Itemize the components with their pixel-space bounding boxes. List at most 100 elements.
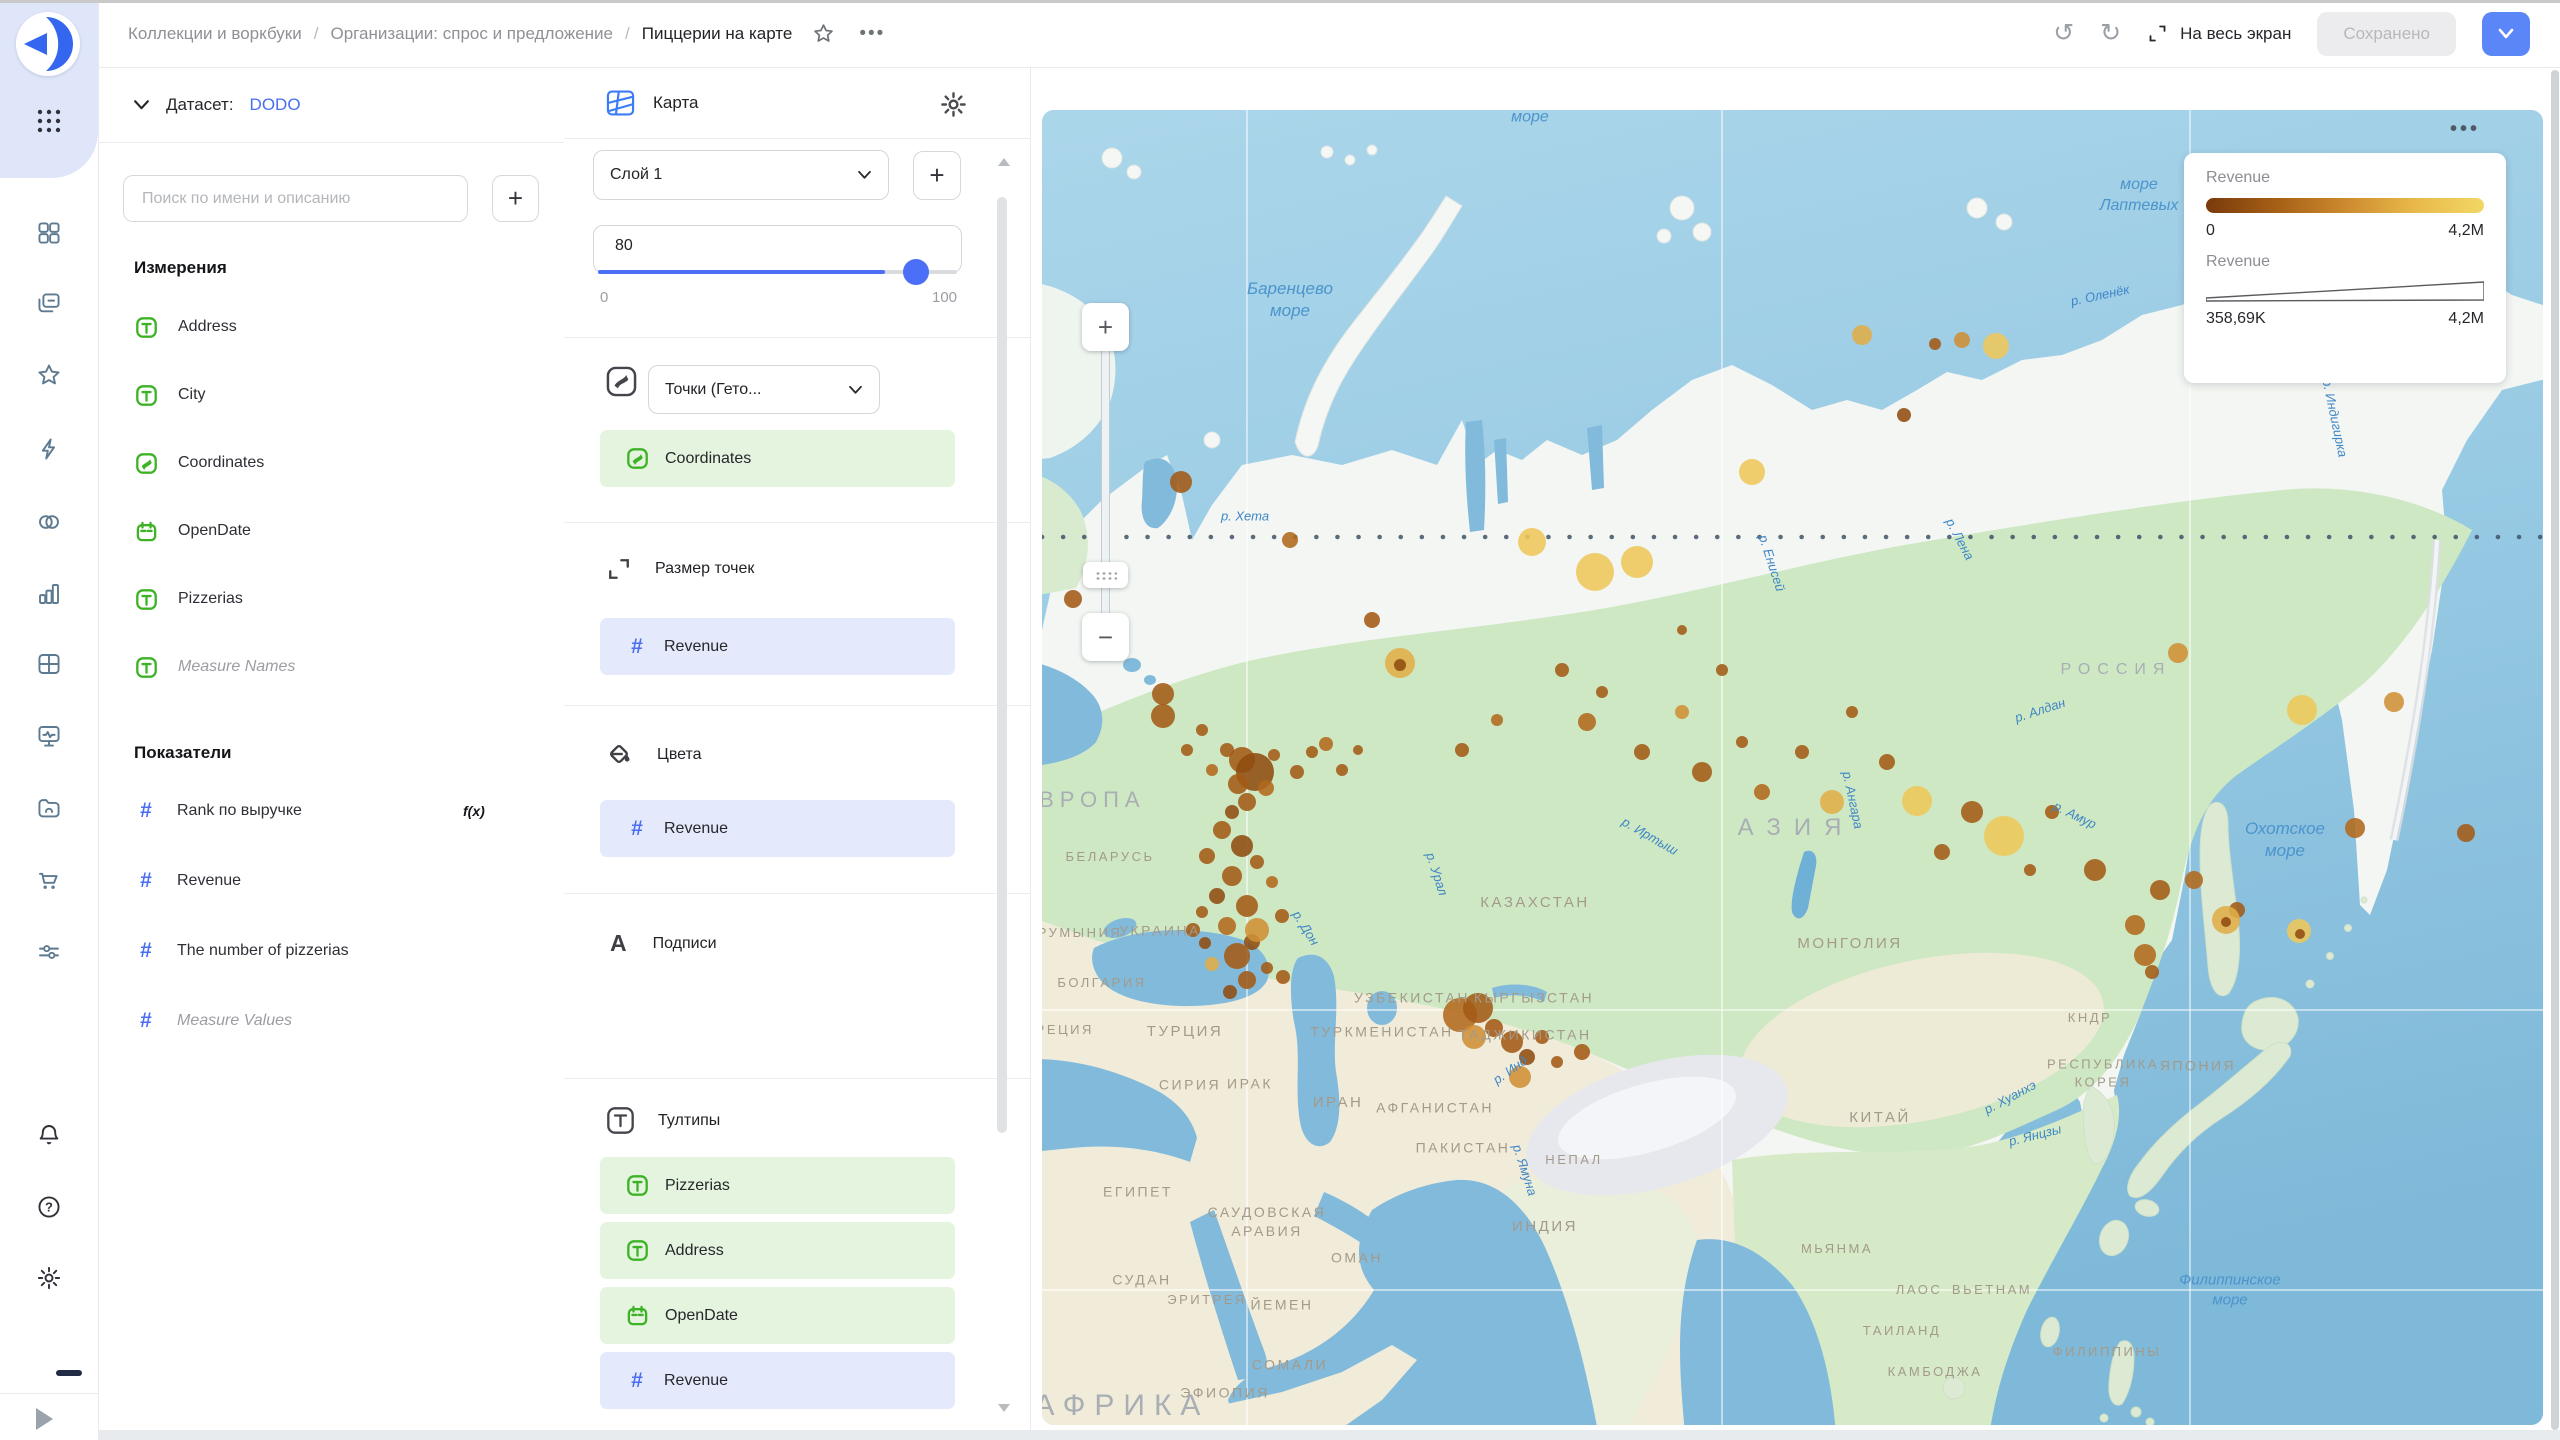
saved-button[interactable]: Сохранено: [2317, 11, 2456, 56]
pizzeria-point[interactable]: [1181, 744, 1193, 756]
scroll-down-arrow[interactable]: [998, 1404, 1010, 1412]
map-canvas[interactable]: Баренцево море море Лаптевых море Охотское …: [1042, 110, 2543, 1425]
breadcrumb-item[interactable]: Коллекции и воркбуки: [128, 24, 302, 44]
bar-chart-icon[interactable]: [36, 581, 63, 608]
pizzeria-point[interactable]: [1222, 866, 1242, 886]
widgets-icon[interactable]: [36, 220, 63, 247]
layer-opacity-box[interactable]: 80: [593, 225, 962, 285]
pizzeria-point[interactable]: [1677, 625, 1687, 635]
pizzeria-point[interactable]: [1675, 705, 1689, 719]
field-row[interactable]: # Rank по выручке f(x): [99, 776, 564, 846]
zoom-slider-handle[interactable]: [1083, 562, 1128, 588]
pizzeria-point[interactable]: [2045, 805, 2059, 819]
pizzeria-point[interactable]: [1820, 790, 1844, 814]
pizzeria-point[interactable]: [1250, 855, 1264, 869]
pizzeria-point[interactable]: [1276, 970, 1290, 984]
pizzeria-point[interactable]: [1258, 780, 1274, 796]
pizzeria-point[interactable]: [1213, 821, 1231, 839]
pizzeria-point[interactable]: [1795, 745, 1809, 759]
pizzeria-point[interactable]: [1551, 1056, 1563, 1068]
pizzeria-point[interactable]: [1245, 918, 1269, 942]
pizzeria-point[interactable]: [1535, 1030, 1549, 1044]
pizzeria-point[interactable]: [2150, 880, 2170, 900]
pizzeria-point[interactable]: [1209, 888, 1225, 904]
apps-grid-icon[interactable]: [36, 108, 62, 134]
field-row[interactable]: Coordinates: [99, 429, 564, 497]
pizzeria-point[interactable]: [1902, 786, 1932, 816]
pizzeria-point[interactable]: [1736, 736, 1748, 748]
zoom-in-button[interactable]: +: [1082, 303, 1129, 351]
pizzeria-point[interactable]: [2145, 965, 2159, 979]
search-input[interactable]: [123, 175, 468, 222]
bell-icon[interactable]: [36, 1122, 63, 1149]
pizzeria-point[interactable]: [2457, 824, 2475, 842]
pizzeria-point[interactable]: [1205, 957, 1219, 971]
monitor-icon[interactable]: [36, 723, 63, 750]
pizzeria-point[interactable]: [1692, 762, 1712, 782]
pizzeria-point[interactable]: [1306, 746, 1318, 758]
field-row[interactable]: Measure Names: [99, 633, 564, 701]
dataset-header[interactable]: Датасет: DODO: [99, 68, 564, 142]
pizzeria-point[interactable]: [1984, 816, 2024, 856]
pizzeria-point[interactable]: [1199, 937, 1211, 949]
pizzeria-point[interactable]: [2345, 818, 2365, 838]
pizzeria-point[interactable]: [1223, 985, 1237, 999]
cart-icon[interactable]: [36, 867, 63, 894]
field-row[interactable]: Address: [99, 293, 564, 361]
pizzeria-point[interactable]: [1485, 1019, 1503, 1037]
pizzeria-point[interactable]: [1961, 801, 1983, 823]
pizzeria-point[interactable]: [1186, 923, 1200, 937]
add-field-button[interactable]: +: [492, 175, 539, 222]
help-icon[interactable]: ?: [36, 1194, 63, 1221]
geotype-select[interactable]: Точки (Гето...: [648, 365, 880, 414]
save-dropdown-button[interactable]: [2482, 11, 2530, 56]
pizzeria-point[interactable]: [1238, 971, 1256, 989]
expand-rail-icon[interactable]: [36, 1408, 53, 1430]
panel-scrollbar[interactable]: [997, 197, 1007, 1133]
tooltip-field-chip[interactable]: OpenDate: [600, 1287, 955, 1344]
pizzeria-point[interactable]: [1934, 844, 1950, 860]
redo-icon[interactable]: ↻: [2100, 21, 2121, 46]
pizzeria-point[interactable]: [1519, 1049, 1535, 1065]
pizzeria-point[interactable]: [1261, 962, 1273, 974]
pizzeria-point[interactable]: [1228, 774, 1248, 794]
pizzeria-point[interactable]: [1364, 612, 1380, 628]
field-row[interactable]: OpenDate: [99, 497, 564, 565]
pizzeria-point[interactable]: [1238, 793, 1256, 811]
map-overflow-menu[interactable]: •••: [2450, 118, 2480, 141]
datalens-logo[interactable]: [16, 12, 80, 76]
field-row[interactable]: Pizzerias: [99, 565, 564, 633]
breadcrumb-item[interactable]: Организации: спрос и предложение: [330, 24, 613, 44]
pizzeria-point[interactable]: [2134, 944, 2156, 966]
pizzeria-point[interactable]: [1394, 659, 1406, 671]
chart-settings-gear-icon[interactable]: [939, 90, 968, 119]
dataset-name-link[interactable]: DODO: [250, 95, 301, 115]
pizzeria-point[interactable]: [1463, 993, 1493, 1023]
pizzeria-point[interactable]: [1231, 835, 1253, 857]
size-field-chip[interactable]: # Revenue: [600, 618, 955, 675]
breadcrumb-item[interactable]: Пиццерии на карте: [642, 24, 793, 44]
pizzeria-point[interactable]: [1462, 1025, 1486, 1049]
pizzeria-point[interactable]: [1852, 325, 1872, 345]
pizzeria-point[interactable]: [2125, 915, 2145, 935]
pizzeria-point[interactable]: [1555, 663, 1569, 677]
pizzeria-point[interactable]: [1336, 764, 1348, 776]
field-row[interactable]: # Measure Values: [99, 986, 564, 1056]
pizzeria-point[interactable]: [1225, 805, 1239, 819]
color-field-chip[interactable]: # Revenue: [600, 800, 955, 857]
pizzeria-point[interactable]: [1518, 528, 1546, 556]
scroll-up-arrow[interactable]: [998, 158, 1010, 166]
pizzeria-point[interactable]: [1152, 683, 1174, 705]
pizzeria-point[interactable]: [1170, 471, 1192, 493]
pizzeria-point[interactable]: [1064, 590, 1082, 608]
star-icon[interactable]: [36, 362, 63, 389]
pizzeria-point[interactable]: [1275, 909, 1289, 923]
table-icon[interactable]: [36, 651, 63, 678]
storage-box-icon[interactable]: [36, 795, 63, 822]
pizzeria-point[interactable]: [1501, 1031, 1523, 1053]
pizzeria-point[interactable]: [1266, 876, 1278, 888]
pizzeria-point[interactable]: [1897, 408, 1911, 422]
pizzeria-point[interactable]: [1596, 686, 1608, 698]
pizzeria-point[interactable]: [1290, 765, 1304, 779]
tune-icon[interactable]: [36, 939, 63, 966]
